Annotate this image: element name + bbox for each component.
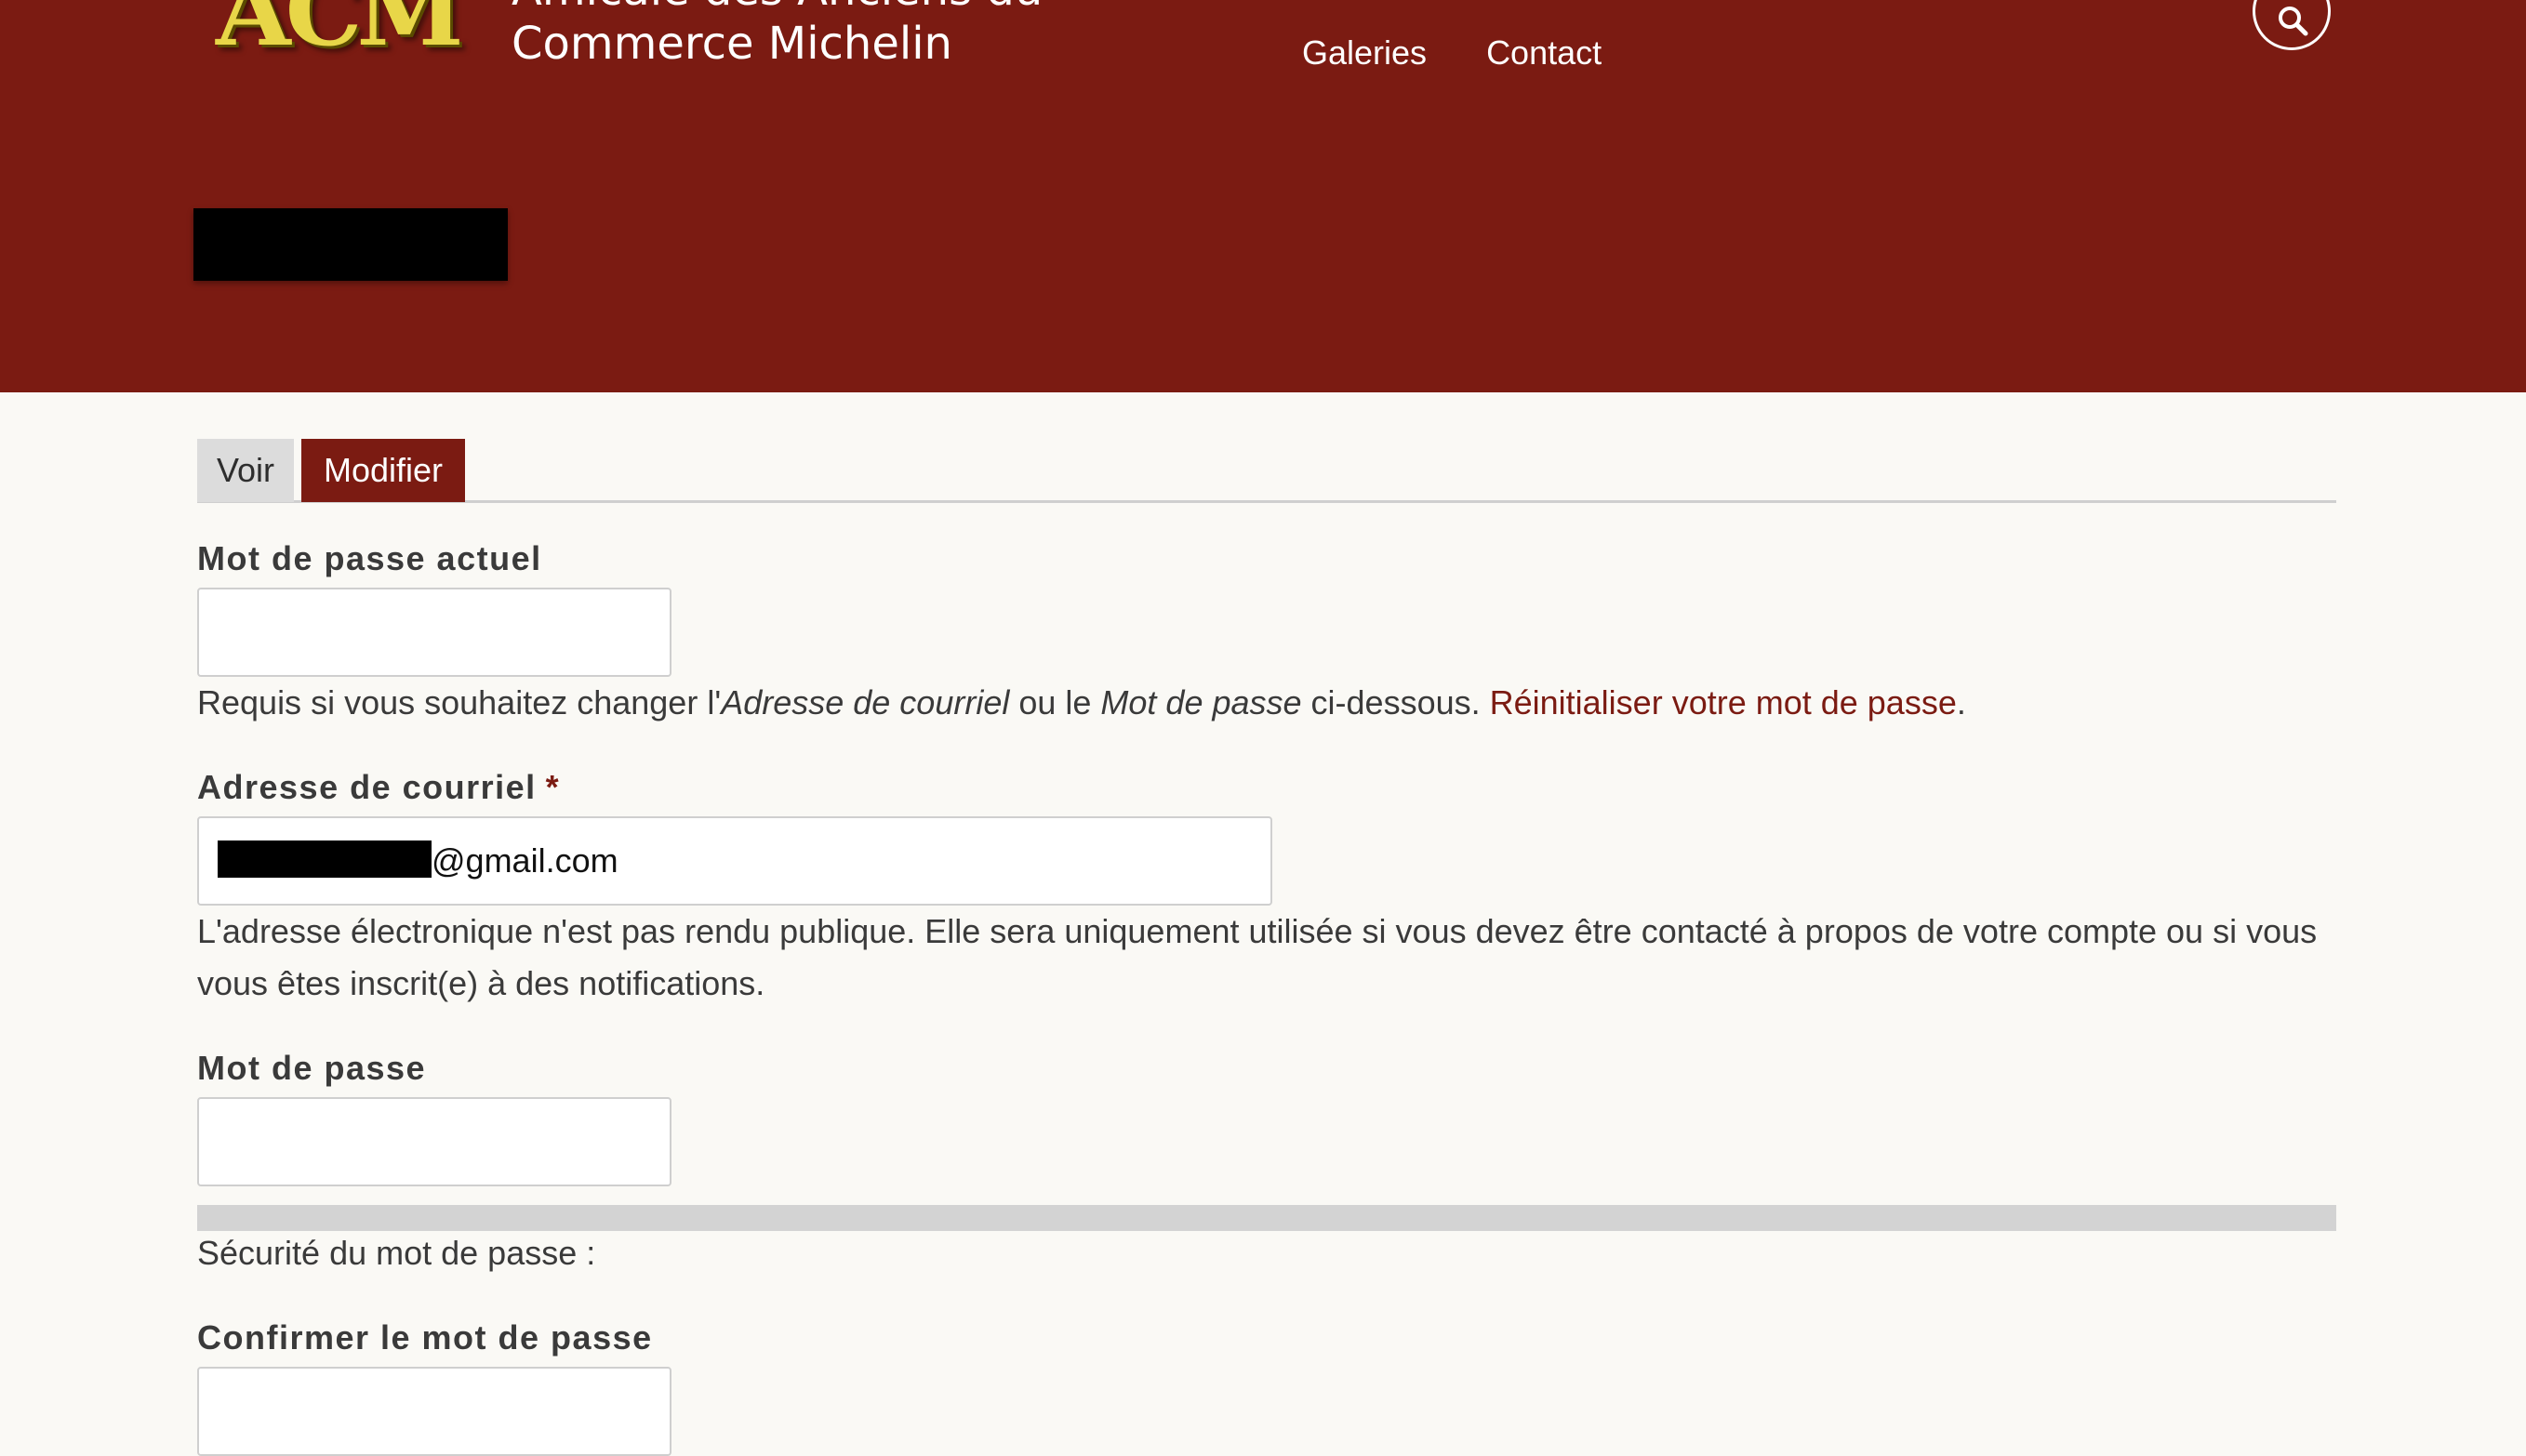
current-password-help-mid: ou le: [1009, 683, 1101, 721]
confirm-password-label: Confirmer le mot de passe: [197, 1318, 653, 1357]
tab-modifier[interactable]: Modifier: [301, 439, 465, 502]
email-label-text: Adresse de courriel: [197, 768, 537, 806]
email-label: Adresse de courriel *: [197, 768, 560, 807]
site-name[interactable]: Amicale des Anciens du Commerce Michelin: [512, 0, 1043, 71]
tab-bar: Voir Modifier: [197, 439, 2336, 503]
search-icon: [2279, 7, 2308, 36]
search-button[interactable]: [2253, 0, 2331, 50]
current-password-input[interactable]: [197, 588, 671, 677]
email-field-wrapper: [197, 816, 1272, 906]
current-password-help-password-term: Mot de passe: [1100, 683, 1302, 721]
password-label: Mot de passe: [197, 1049, 427, 1087]
email-help: L'adresse électronique n'est pas rendu p…: [197, 906, 2317, 1010]
password-strength-label: Sécurité du mot de passe :: [197, 1234, 596, 1272]
redacted-page-title: [193, 208, 508, 281]
site-logo[interactable]: ACM: [216, 0, 464, 60]
tab-voir[interactable]: Voir: [197, 439, 294, 502]
site-name-line2: Commerce Michelin: [512, 18, 952, 70]
password-input[interactable]: [197, 1097, 671, 1186]
reset-password-link[interactable]: Réinitialiser votre mot de passe: [1490, 683, 1957, 721]
nav-item-galeries[interactable]: Galeries: [1302, 33, 1427, 73]
current-password-help-end: .: [1956, 683, 1966, 721]
current-password-help-suffix: ci-dessous.: [1301, 683, 1490, 721]
required-marker: *: [545, 768, 561, 806]
main-nav: Galeries Contact: [1302, 33, 1602, 73]
email-help-line2: vous êtes inscrit(e) à des notifications…: [197, 964, 765, 1002]
site-name-line1: Amicale des Anciens du: [512, 0, 1043, 17]
current-password-label: Mot de passe actuel: [197, 539, 542, 577]
email-help-line1: L'adresse électronique n'est pas rendu p…: [197, 912, 2318, 950]
confirm-password-input[interactable]: [197, 1367, 671, 1456]
email-input[interactable]: [197, 816, 1272, 906]
nav-item-contact[interactable]: Contact: [1486, 33, 1602, 73]
current-password-help-email-term: Adresse de courriel: [721, 683, 1010, 721]
current-password-help-prefix: Requis si vous souhaitez changer l': [197, 683, 722, 721]
current-password-help: Requis si vous souhaitez changer l'Adres…: [197, 677, 1966, 729]
site-header: ACM Amicale des Anciens du Commerce Mich…: [0, 0, 2526, 392]
